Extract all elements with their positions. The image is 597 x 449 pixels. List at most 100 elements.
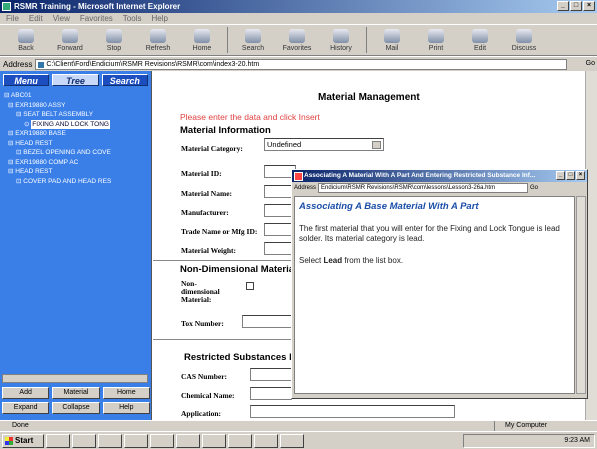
taskbar-item[interactable] xyxy=(150,433,174,448)
mail-button[interactable]: Mail xyxy=(370,28,414,52)
popup-maximize-button[interactable]: □ xyxy=(566,171,575,180)
tree-node[interactable]: ⊡ COVER PAD AND HEAD RES xyxy=(2,177,149,187)
instruction-text: Please enter the data and click Insert xyxy=(180,112,320,122)
material-button[interactable]: Material xyxy=(52,387,100,399)
maximize-button[interactable]: □ xyxy=(570,1,582,11)
window-title-bar: RSMR Training - Microsoft Internet Explo… xyxy=(0,0,597,13)
collapse-button[interactable]: Collapse xyxy=(52,402,100,414)
address-input[interactable]: C:\Client\Ford\Endicium\RSMR Revisions\R… xyxy=(35,58,567,70)
chemical-name-label: Chemical Name: xyxy=(181,391,235,400)
go-button[interactable]: Go xyxy=(586,58,595,70)
back-icon xyxy=(18,28,34,43)
forward-button[interactable]: Forward xyxy=(48,28,92,52)
popup-minimize-button[interactable]: _ xyxy=(556,171,565,180)
category-label: Material Category: xyxy=(181,144,243,153)
popup-body: Associating A Base Material With A Part … xyxy=(294,196,575,394)
popup-scrollbar[interactable] xyxy=(576,196,586,394)
tree-node-selected[interactable]: ⊙ FIXING AND LOCK TONG xyxy=(2,119,149,129)
home-button[interactable]: Home xyxy=(180,28,224,52)
start-button[interactable]: Start xyxy=(2,433,44,448)
search-icon xyxy=(245,28,261,43)
close-button[interactable]: × xyxy=(583,1,595,11)
menu-edit[interactable]: Edit xyxy=(29,13,43,24)
popup-close-button[interactable]: × xyxy=(576,171,585,180)
browser-toolbar: Back Forward Stop Refresh Home Search Fa… xyxy=(0,24,597,56)
tab-search[interactable]: Search xyxy=(101,74,148,86)
nondim-checkbox[interactable] xyxy=(246,282,254,290)
forward-icon xyxy=(62,28,78,43)
menu-tools[interactable]: Tools xyxy=(123,13,142,24)
edit-icon xyxy=(472,28,488,43)
lesson-instruction: Select Lead from the list box. xyxy=(299,256,404,265)
popup-address-input[interactable]: Endicium\RSMR Revisions\RSMR\com\lessons… xyxy=(318,183,529,193)
mail-icon xyxy=(384,28,400,43)
tree-node[interactable]: ⊟ EXR19880 ASSY xyxy=(2,101,149,111)
refresh-button[interactable]: Refresh xyxy=(136,28,180,52)
chemical-name-field[interactable] xyxy=(250,387,292,400)
taskbar-item[interactable] xyxy=(280,433,304,448)
restricted-heading: Restricted Substances In xyxy=(184,352,298,363)
history-button[interactable]: History xyxy=(319,28,363,52)
status-text: Done xyxy=(12,422,29,429)
tree-node[interactable]: ⊟ ABC01 xyxy=(2,91,149,101)
lesson-heading: Associating A Base Material With A Part xyxy=(299,201,479,212)
tab-tree[interactable]: Tree xyxy=(52,74,99,86)
tox-number-field[interactable] xyxy=(242,315,292,328)
edit-button[interactable]: Edit xyxy=(458,28,502,52)
back-button[interactable]: Back xyxy=(4,28,48,52)
material-name-label: Material Name: xyxy=(181,189,233,198)
tree-node[interactable]: ⊟ EXR19880 COMP AC xyxy=(2,158,149,168)
tab-menu[interactable]: Menu xyxy=(3,74,50,86)
taskbar-item[interactable] xyxy=(254,433,278,448)
material-id-label: Material ID: xyxy=(181,169,222,178)
taskbar-item[interactable] xyxy=(228,433,252,448)
discuss-icon xyxy=(516,28,532,43)
dropdown-arrow-icon xyxy=(372,141,381,149)
favorites-button[interactable]: Favorites xyxy=(275,28,319,52)
expand-button[interactable]: Expand xyxy=(2,402,50,414)
page-title: Material Management xyxy=(318,92,420,103)
discuss-button[interactable]: Discuss xyxy=(502,28,546,52)
favorites-icon xyxy=(289,28,305,43)
tree-node[interactable]: ⊟ HEAD REST xyxy=(2,139,149,149)
address-label: Address xyxy=(3,59,33,69)
tree-node[interactable]: ⊟ HEAD REST xyxy=(2,167,149,177)
print-icon xyxy=(428,28,444,43)
taskbar-item[interactable] xyxy=(46,433,70,448)
popup-go-button[interactable]: Go xyxy=(530,185,538,191)
taskbar-item[interactable] xyxy=(202,433,226,448)
cas-number-field[interactable] xyxy=(250,368,292,381)
category-select[interactable]: Undefined xyxy=(264,138,384,151)
sidebar-scrollbar[interactable] xyxy=(2,374,148,383)
sidebar-home-button[interactable]: Home xyxy=(102,387,150,399)
lesson-paragraph: The first material that you will enter f… xyxy=(299,224,560,243)
tree-view: ⊟ ABC01 ⊟ EXR19880 ASSY ⊟ SEAT BELT ASSE… xyxy=(0,89,151,379)
search-button[interactable]: Search xyxy=(231,28,275,52)
stop-button[interactable]: Stop xyxy=(92,28,136,52)
menu-bar: File Edit View Favorites Tools Help xyxy=(0,13,597,24)
menu-file[interactable]: File xyxy=(6,13,19,24)
tree-node[interactable]: ⊟ EXR19880 BASE xyxy=(2,129,149,139)
application-field[interactable] xyxy=(250,405,455,418)
popup-title-bar: Associating A Material With A Part And E… xyxy=(292,170,587,182)
window-title: RSMR Training - Microsoft Internet Explo… xyxy=(14,2,181,11)
menu-help[interactable]: Help xyxy=(151,13,167,24)
tree-node[interactable]: ⊡ BEZEL OPENING AND COVE xyxy=(2,148,149,158)
tree-node[interactable]: ⊟ SEAT BELT ASSEMBLY xyxy=(2,110,149,120)
add-button[interactable]: Add xyxy=(2,387,50,399)
nondim-heading: Non-Dimensional Material xyxy=(180,264,297,275)
stop-icon xyxy=(106,28,122,43)
refresh-icon xyxy=(150,28,166,43)
toolbar-separator xyxy=(227,27,228,53)
manufacturer-label: Manufacturer: xyxy=(181,208,229,217)
taskbar-item[interactable] xyxy=(124,433,148,448)
taskbar-item[interactable] xyxy=(98,433,122,448)
taskbar: Start 9:23 AM xyxy=(0,431,597,449)
print-button[interactable]: Print xyxy=(414,28,458,52)
taskbar-item[interactable] xyxy=(72,433,96,448)
help-button[interactable]: Help xyxy=(102,402,150,414)
taskbar-item[interactable] xyxy=(176,433,200,448)
menu-view[interactable]: View xyxy=(53,13,70,24)
menu-favorites[interactable]: Favorites xyxy=(80,13,113,24)
minimize-button[interactable]: _ xyxy=(557,1,569,11)
